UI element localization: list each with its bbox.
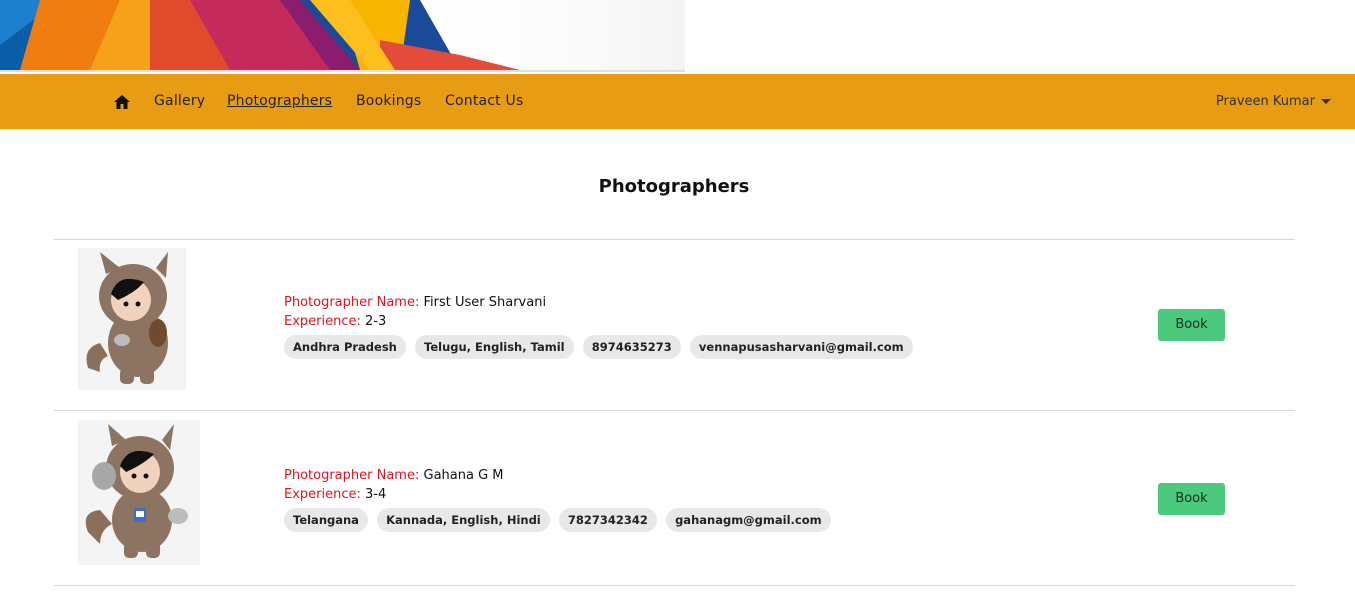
caret-down-icon [1321, 99, 1331, 104]
photographer-info: Photographer Name: Gahana G M Experience… [284, 466, 836, 532]
experience-row: Experience: 2-3 [284, 312, 918, 331]
user-name: Praveen Kumar [1215, 94, 1315, 109]
photographer-experience: 3-4 [365, 487, 387, 502]
page-title: Photographers [598, 176, 750, 197]
experience-row: Experience: 3-4 [284, 485, 836, 504]
book-button[interactable]: Book [1158, 483, 1225, 515]
email-chip: vennapusasharvani@gmail.com [689, 335, 913, 359]
mascot-image [78, 248, 186, 390]
book-button[interactable]: Book [1158, 309, 1225, 341]
user-menu[interactable]: Praveen Kumar [1216, 94, 1331, 109]
home-icon-glyph [114, 95, 130, 109]
phone-chip: 7827342342 [558, 508, 657, 532]
photographer-info: Photographer Name: First User Sharvani E… [284, 293, 918, 359]
banner-graphic [0, 0, 685, 72]
photographer-avatar [78, 420, 200, 565]
name-row: Photographer Name: Gahana G M [284, 466, 836, 485]
nav-link-contact-us[interactable]: Contact Us [445, 93, 523, 109]
photographer-experience: 2-3 [365, 314, 387, 329]
state-chip: Andhra Pradesh [284, 335, 406, 359]
photographer-avatar [78, 248, 186, 390]
home-icon[interactable] [113, 93, 131, 111]
nav-link-bookings[interactable]: Bookings [356, 93, 421, 109]
name-label: Photographer Name: [284, 468, 420, 483]
languages-chip: Telugu, English, Tamil [415, 335, 574, 359]
nav-link-photographers[interactable]: Photographers [227, 93, 332, 109]
photographer-name: Gahana G M [423, 468, 504, 483]
photographer-name: First User Sharvani [423, 295, 547, 310]
detail-chips: Telangana Kannada, English, Hindi 782734… [284, 508, 836, 532]
header-banner [0, 0, 1355, 74]
photographer-card: Photographer Name: First User Sharvani E… [54, 239, 1295, 410]
languages-chip: Kannada, English, Hindi [377, 508, 550, 532]
email-chip: gahanagm@gmail.com [666, 508, 831, 532]
state-chip: Telangana [284, 508, 368, 532]
top-navbar: Gallery Photographers Bookings Contact U… [0, 74, 1355, 129]
experience-label: Experience: [284, 487, 361, 502]
name-label: Photographer Name: [284, 295, 420, 310]
mascot-image [78, 420, 200, 565]
name-row: Photographer Name: First User Sharvani [284, 293, 918, 312]
experience-label: Experience: [284, 314, 361, 329]
photographer-list: Photographer Name: First User Sharvani E… [54, 239, 1295, 586]
detail-chips: Andhra Pradesh Telugu, English, Tamil 89… [284, 335, 918, 359]
photographer-card: Photographer Name: Gahana G M Experience… [54, 410, 1295, 586]
nav-link-gallery[interactable]: Gallery [154, 93, 205, 109]
phone-chip: 8974635273 [582, 335, 681, 359]
